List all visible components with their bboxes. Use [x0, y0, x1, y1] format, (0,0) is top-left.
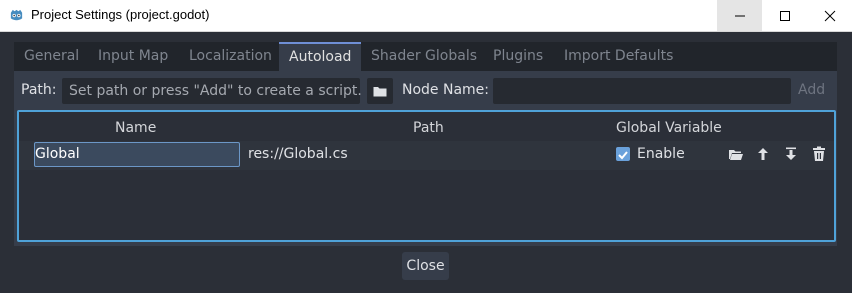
node-name-label: Node Name: [402, 82, 490, 98]
maximize-icon [779, 10, 790, 21]
path-input[interactable]: Set path or press "Add" to create a scri… [62, 78, 362, 104]
open-folder-icon[interactable] [727, 145, 745, 163]
browse-path-button[interactable] [367, 78, 393, 104]
close-icon [824, 10, 835, 21]
minimize-icon [734, 15, 745, 16]
node-name-input[interactable] [493, 78, 791, 104]
tab-localization[interactable]: Localization [189, 42, 272, 71]
move-up-icon[interactable] [754, 145, 772, 163]
column-header-path: Path [413, 120, 444, 136]
close-window-button[interactable] [807, 0, 852, 31]
autoload-name-field[interactable]: Global [34, 142, 240, 167]
column-header-name: Name [115, 120, 157, 136]
path-placeholder: Set path or press "Add" to create a scri… [69, 83, 362, 99]
minimize-button[interactable] [717, 0, 762, 31]
folder-icon [373, 87, 387, 97]
autoload-path: res://Global.cs [248, 146, 348, 162]
column-header-global-variable: Global Variable [616, 120, 722, 136]
autoload-list[interactable]: Name Path Global Variable Global res://G… [17, 110, 836, 242]
title-bar: Project Settings (project.godot) [0, 0, 852, 32]
settings-tab-bar: General Input Map Localization Autoload … [14, 42, 837, 71]
tab-import-defaults[interactable]: Import Defaults [564, 42, 673, 71]
window-title: Project Settings (project.godot) [31, 7, 210, 22]
move-down-icon[interactable] [782, 145, 800, 163]
autoload-name-text: Global [35, 146, 80, 162]
close-button-label: Close [406, 258, 445, 274]
tab-autoload[interactable]: Autoload [279, 42, 362, 71]
enable-checkbox[interactable] [616, 147, 630, 161]
add-button[interactable]: Add [798, 82, 825, 98]
close-button[interactable]: Close [402, 252, 449, 280]
list-item[interactable]: Global res://Global.cs Enable [19, 141, 834, 170]
trash-icon[interactable] [810, 145, 828, 163]
path-label: Path: [21, 82, 57, 98]
tab-input-map[interactable]: Input Map [98, 42, 168, 71]
godot-logo-icon [10, 9, 23, 21]
tab-shader-globals[interactable]: Shader Globals [371, 42, 477, 71]
checkmark-icon [618, 151, 628, 160]
enable-label: Enable [637, 146, 685, 162]
tab-plugins[interactable]: Plugins [493, 42, 543, 71]
maximize-button[interactable] [762, 0, 807, 31]
tab-general[interactable]: General [24, 42, 79, 71]
